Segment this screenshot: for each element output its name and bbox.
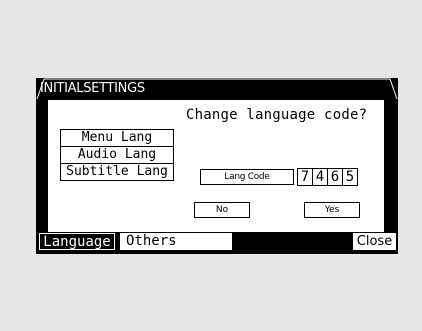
code-digit[interactable]: 7 xyxy=(297,168,313,186)
menu-item-subtitle-lang[interactable]: Subtitle Lang xyxy=(60,163,174,181)
dialog-prompt: Change language code? xyxy=(186,107,368,123)
tab-others[interactable]: Others xyxy=(120,233,232,250)
page-title: INITIALSETTINGS xyxy=(40,81,145,96)
yes-button[interactable]: Yes xyxy=(304,202,360,218)
language-menu: Menu Lang Audio Lang Subtitle Lang xyxy=(60,129,174,181)
close-button[interactable]: Close xyxy=(353,233,396,250)
code-digit[interactable]: 4 xyxy=(312,168,328,186)
tab-language[interactable]: Language xyxy=(39,233,115,250)
code-digit[interactable]: 6 xyxy=(327,168,343,186)
menu-item-audio-lang[interactable]: Audio Lang xyxy=(60,146,174,164)
lang-code-label: Lang Code xyxy=(200,169,294,185)
code-digit[interactable]: 5 xyxy=(342,168,358,186)
osd-screen: INITIALSETTINGS Change language code? Me… xyxy=(36,78,398,254)
title-tab: INITIALSETTINGS xyxy=(36,78,398,100)
no-button[interactable]: No xyxy=(194,202,250,218)
lang-code-input[interactable]: 7 4 6 5 xyxy=(297,168,358,186)
menu-item-menu-lang[interactable]: Menu Lang xyxy=(60,129,174,147)
settings-panel: Change language code? Menu Lang Audio La… xyxy=(48,100,384,232)
